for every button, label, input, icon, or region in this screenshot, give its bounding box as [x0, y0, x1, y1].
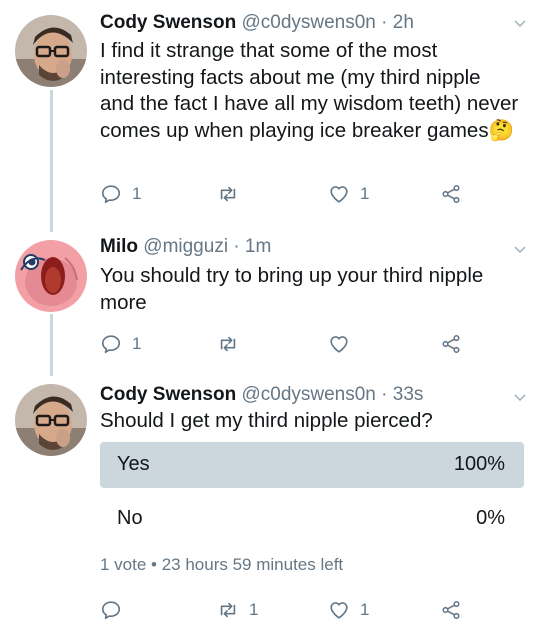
author-name[interactable]: Cody Swenson — [100, 12, 236, 33]
poll-meta: 1 vote • 23 hours 59 minutes left — [100, 555, 344, 574]
tweet-header: Cody Swenson @c0dyswens0n · 2h — [100, 12, 414, 34]
thinking-face-emoji: 🤔 — [488, 118, 515, 142]
reply-icon — [101, 185, 121, 204]
tweet-actions: 1 1 — [100, 597, 480, 623]
poll-option-label: No — [117, 507, 143, 529]
avatar[interactable] — [15, 384, 87, 456]
retweet-icon — [220, 186, 236, 202]
tweet-header: Milo @migguzi · 1m — [100, 236, 271, 258]
poll-option-yes[interactable]: Yes 100% — [100, 442, 524, 488]
poll-option-percent: 100% — [453, 453, 505, 475]
avatar[interactable] — [15, 15, 87, 87]
like-count: 1 — [360, 184, 370, 203]
chevron-down-icon[interactable] — [514, 246, 526, 254]
tweet-actions: 1 — [100, 331, 480, 357]
author-handle[interactable]: @c0dyswens0n — [241, 12, 375, 33]
chevron-down-icon[interactable] — [514, 20, 526, 28]
author-name[interactable]: Cody Swenson — [100, 384, 236, 405]
poll-option-no[interactable]: No 0% — [100, 496, 524, 542]
author-handle[interactable]: @c0dyswens0n — [241, 384, 375, 405]
reply-count: 1 — [132, 334, 142, 353]
avatar[interactable] — [15, 240, 87, 312]
retweet-button[interactable]: 1 — [217, 597, 258, 623]
retweet-button[interactable] — [217, 181, 249, 207]
heart-icon — [330, 186, 348, 203]
tweet-text: You should try to bring up your third ni… — [100, 264, 484, 314]
tweet-text: I find it strange that some of the most … — [100, 38, 520, 144]
reply-button[interactable]: 1 — [100, 331, 141, 357]
share-button[interactable] — [440, 331, 462, 357]
reply-button[interactable]: 1 — [100, 181, 141, 207]
share-button[interactable] — [440, 597, 462, 623]
share-icon — [442, 184, 460, 204]
retweet-icon — [220, 336, 236, 352]
chevron-down-icon[interactable] — [514, 394, 526, 402]
retweet-icon — [220, 602, 236, 618]
share-icon — [442, 600, 460, 620]
tweet-text: Should I get my third nipple pierced? — [100, 409, 433, 432]
tweet-actions: 1 1 — [100, 181, 480, 207]
poll-option-percent: 0% — [476, 507, 505, 529]
author-name[interactable]: Milo — [100, 236, 138, 257]
timestamp[interactable]: · 2h — [381, 12, 414, 33]
thread-line-1 — [50, 90, 53, 232]
reply-icon — [101, 335, 121, 354]
like-button[interactable] — [328, 331, 360, 357]
reply-count: 1 — [132, 184, 142, 203]
retweet-button[interactable] — [217, 331, 249, 357]
timestamp[interactable]: · 1m — [233, 236, 271, 257]
like-button[interactable]: 1 — [328, 181, 369, 207]
share-icon — [442, 334, 460, 354]
like-count: 1 — [360, 600, 370, 619]
heart-icon — [330, 602, 348, 619]
tweet-header: Cody Swenson @c0dyswens0n · 33s — [100, 384, 423, 406]
author-handle[interactable]: @migguzi — [143, 236, 228, 257]
heart-icon — [330, 336, 348, 353]
thread-line-2 — [50, 314, 53, 376]
tweet-body: I find it strange that some of the most … — [100, 39, 519, 142]
retweet-count: 1 — [249, 600, 259, 619]
reply-icon — [101, 601, 121, 620]
reply-button[interactable] — [100, 597, 132, 623]
like-button[interactable]: 1 — [328, 597, 369, 623]
poll-option-label: Yes — [117, 453, 150, 475]
timestamp[interactable]: · 33s — [381, 384, 423, 405]
share-button[interactable] — [440, 181, 462, 207]
